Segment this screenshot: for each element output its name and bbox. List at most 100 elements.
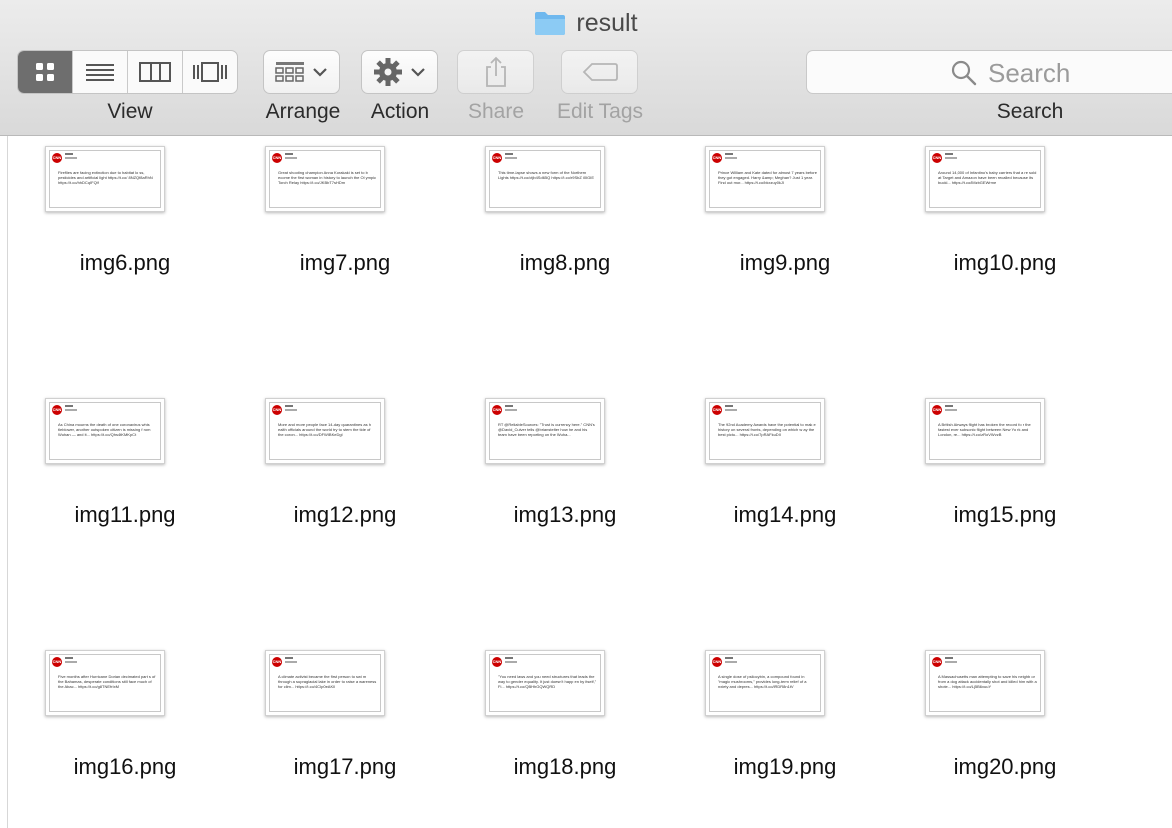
file-name[interactable]: img7.png	[220, 250, 470, 276]
file-item[interactable]: CNN As China mourns the death of one coro…	[0, 388, 176, 608]
view-mode-control[interactable]	[17, 50, 238, 94]
file-thumbnail[interactable]: CNN Prince William and Kate dated for alm…	[705, 146, 825, 212]
tweet-text: This time-lapse shows a new form of the …	[498, 170, 595, 180]
file-name[interactable]: img12.png	[220, 502, 470, 528]
file-item[interactable]: CNN RT @ReliableSources: "Trust is curren…	[440, 388, 616, 608]
chevron-down-icon	[410, 68, 425, 77]
file-item[interactable]: CNN The 92nd Academy Awards have the pote…	[660, 388, 836, 608]
cnn-logo-icon: CNN	[272, 153, 282, 163]
tweet-text: RT @ReliableSources: "Trust is currency …	[498, 422, 595, 437]
search-input[interactable]: Search	[806, 50, 1172, 94]
icon-view-button[interactable]	[18, 51, 73, 93]
tweet-handle-line	[505, 657, 513, 659]
file-thumbnail[interactable]: CNN A British Airways flight has broken t…	[925, 398, 1045, 464]
tweet-handle-line	[505, 157, 517, 159]
file-thumbnail[interactable]: CNN A single dose of psilocybin, a compou…	[705, 650, 825, 716]
cnn-logo-icon: CNN	[932, 405, 942, 415]
file-item[interactable]: CNN A climate activist became the first p…	[220, 640, 396, 828]
list-view-button[interactable]	[73, 51, 128, 93]
file-item[interactable]: CNN A Massachusetts man attempting to sav…	[880, 640, 1056, 828]
file-thumbnail[interactable]: CNN This time-lapse shows a new form of t…	[485, 146, 605, 212]
tweet-handle-line	[65, 157, 77, 159]
file-thumbnail[interactable]: CNN Great shooting champion Anna Korakaki…	[265, 146, 385, 212]
file-name[interactable]: img18.png	[440, 754, 690, 780]
tweet-card: CNN RT @ReliableSources: "Trust is curren…	[489, 402, 601, 460]
cnn-logo-icon: CNN	[712, 657, 722, 667]
tweet-handle-line	[505, 409, 517, 411]
tweet-handle-line	[505, 153, 513, 155]
tweet-text: A single dose of psilocybin, a compound …	[718, 674, 807, 689]
file-name[interactable]: img19.png	[660, 754, 910, 780]
file-item[interactable]: CNN Around 14,000 of Infantino's baby car…	[880, 136, 1056, 356]
action-label: Action	[370, 100, 430, 123]
edit-tags-button[interactable]	[561, 50, 638, 94]
file-name[interactable]: img10.png	[880, 250, 1130, 276]
cnn-logo-icon: CNN	[712, 405, 722, 415]
cnn-logo-icon: CNN	[932, 657, 942, 667]
search-label: Search	[996, 100, 1064, 123]
tweet-card: CNN Prince William and Kate dated for alm…	[709, 150, 821, 208]
file-thumbnail[interactable]: CNN More and more people face 14-day quar…	[265, 398, 385, 464]
file-thumbnail[interactable]: CNN Around 14,000 of Infantino's baby car…	[925, 146, 1045, 212]
file-item[interactable]: CNN A British Airways flight has broken t…	[880, 388, 1056, 608]
cnn-logo-icon: CNN	[272, 405, 282, 415]
file-icon-grid: CNN Fireflies are facing extinction due t…	[0, 136, 1172, 828]
file-item[interactable]: CNN Prince William and Kate dated for alm…	[660, 136, 830, 356]
tweet-text: Five months after Hurricane Dorian decim…	[58, 674, 156, 689]
action-button[interactable]	[361, 50, 438, 94]
column-view-icon	[139, 62, 171, 82]
tweet-card: CNN "You need laws and you need structure…	[489, 654, 601, 712]
file-thumbnail[interactable]: CNN The 92nd Academy Awards have the pote…	[705, 398, 825, 464]
tweet-text: A climate activist became the first pers…	[278, 674, 377, 689]
tweet-text: Around 14,000 of Infantino's baby carrie…	[938, 170, 1037, 185]
column-view-button[interactable]	[128, 51, 183, 93]
tweet-text: More and more people face 14-day quarant…	[278, 422, 371, 437]
cnn-logo-icon: CNN	[492, 153, 502, 163]
cover-flow-button[interactable]	[183, 51, 237, 93]
tweet-card: CNN As China mourns the death of one coro…	[49, 402, 161, 460]
arrange-button[interactable]	[263, 50, 340, 94]
file-item[interactable]: CNN Great shooting champion Anna Korakaki…	[220, 136, 390, 356]
tweet-text: A Massachusetts man attempting to save h…	[938, 674, 1037, 689]
tweet-handle-line	[725, 405, 733, 407]
tweet-handle-line	[505, 661, 517, 663]
file-item[interactable]: CNN A single dose of psilocybin, a compou…	[660, 640, 836, 828]
file-item[interactable]: CNN This time-lapse shows a new form of t…	[440, 136, 610, 356]
tweet-handle-line	[945, 405, 953, 407]
arrange-grid-icon	[274, 62, 304, 82]
file-thumbnail[interactable]: CNN Five months after Hurricane Dorian de…	[45, 650, 165, 716]
cnn-logo-icon: CNN	[932, 153, 942, 163]
cnn-logo-icon: CNN	[52, 153, 62, 163]
file-name[interactable]: img11.png	[0, 502, 250, 528]
file-thumbnail[interactable]: CNN A climate activist became the first p…	[265, 650, 385, 716]
icon-view-icon	[36, 63, 54, 81]
file-thumbnail[interactable]: CNN As China mourns the death of one coro…	[45, 398, 165, 464]
tweet-handle-line	[945, 157, 957, 159]
file-item[interactable]: CNN More and more people face 14-day quar…	[220, 388, 396, 608]
tweet-text: "You need laws and you need structures t…	[498, 674, 597, 689]
file-name[interactable]: img16.png	[0, 754, 250, 780]
cover-flow-icon	[193, 62, 227, 82]
file-name[interactable]: img9.png	[660, 250, 910, 276]
file-name[interactable]: img8.png	[440, 250, 690, 276]
tweet-handle-line	[725, 153, 733, 155]
file-item[interactable]: CNN Fireflies are facing extinction due t…	[0, 136, 170, 356]
tweet-handle-line	[285, 409, 297, 411]
share-button[interactable]	[457, 50, 534, 94]
file-thumbnail[interactable]: CNN "You need laws and you need structure…	[485, 650, 605, 716]
file-name[interactable]: img17.png	[220, 754, 470, 780]
tweet-card: CNN Five months after Hurricane Dorian de…	[49, 654, 161, 712]
file-thumbnail[interactable]: CNN A Massachusetts man attempting to sav…	[925, 650, 1045, 716]
file-item[interactable]: CNN Five months after Hurricane Dorian de…	[0, 640, 176, 828]
file-thumbnail[interactable]: CNN Fireflies are facing extinction due t…	[45, 146, 165, 212]
file-name[interactable]: img15.png	[880, 502, 1130, 528]
chevron-down-icon	[312, 68, 327, 77]
file-name[interactable]: img13.png	[440, 502, 690, 528]
file-name[interactable]: img20.png	[880, 754, 1130, 780]
tweet-handle-line	[65, 657, 73, 659]
file-item[interactable]: CNN "You need laws and you need structure…	[440, 640, 616, 828]
file-name[interactable]: img14.png	[660, 502, 910, 528]
tweet-card: CNN A climate activist became the first p…	[269, 654, 381, 712]
file-name[interactable]: img6.png	[0, 250, 250, 276]
file-thumbnail[interactable]: CNN RT @ReliableSources: "Trust is curren…	[485, 398, 605, 464]
